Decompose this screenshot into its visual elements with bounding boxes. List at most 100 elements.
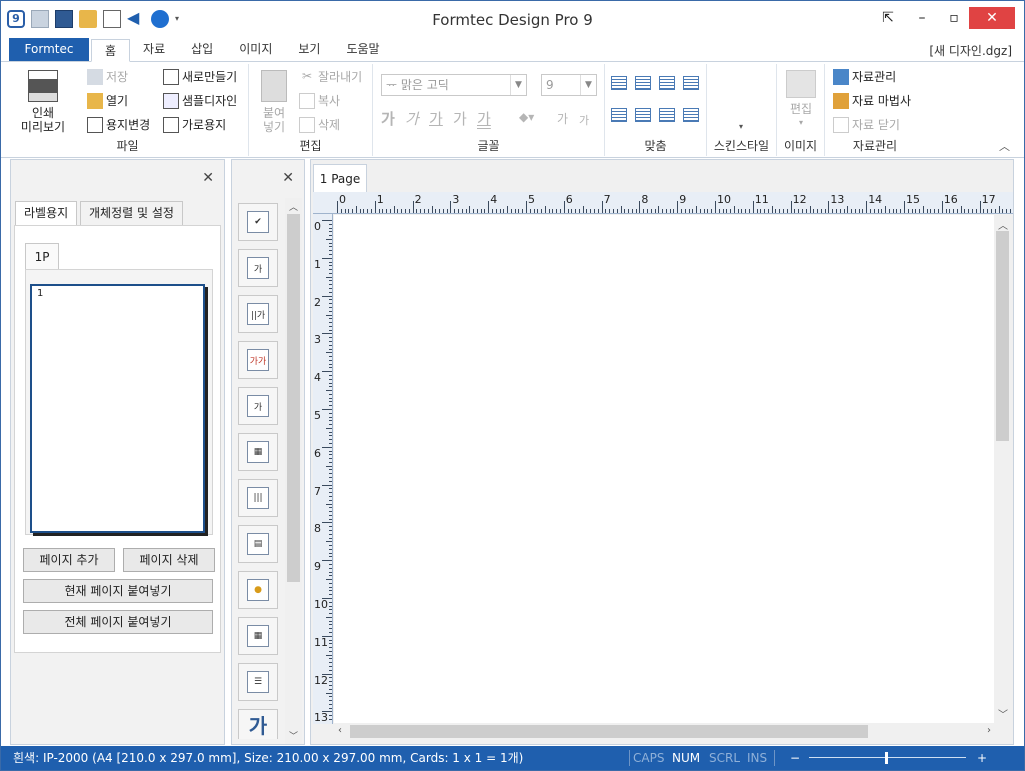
align-justify-icon[interactable]	[683, 76, 699, 90]
close-icon[interactable]: ✕	[282, 170, 294, 186]
italic-icon[interactable]: 가	[405, 108, 419, 129]
tab-formtec[interactable]: Formtec	[9, 38, 89, 61]
save-button[interactable]: 저장	[87, 68, 128, 85]
ruler-tick	[322, 598, 332, 599]
align-right-icon[interactable]	[659, 76, 675, 90]
ruler-tick	[329, 669, 332, 671]
tab-home[interactable]: 홈	[91, 39, 131, 62]
outline-icon[interactable]: 가	[453, 108, 467, 129]
delete-button[interactable]: 삭제	[299, 116, 340, 133]
restore-ribbon-icon[interactable]: ⇱	[871, 7, 905, 29]
copy-button[interactable]: 복사	[299, 92, 340, 109]
align-top-icon[interactable]	[611, 108, 627, 122]
bold-icon[interactable]: 가	[381, 108, 395, 129]
group-skin-label[interactable]: 스킨스타일	[707, 137, 776, 154]
shrink-font-icon[interactable]: 가	[579, 112, 589, 128]
tool-scrollbar[interactable]: ︿ ﹀	[285, 198, 302, 744]
canvas-vertical-scrollbar[interactable]: ︿ ﹀	[994, 215, 1011, 723]
ruler-tick	[329, 242, 332, 244]
landscape-button[interactable]: 가로용지	[163, 116, 226, 133]
app-window: 9 ◀ ▾ Formtec Design Pro 9 ⇱ – ▫ ✕ Formt…	[0, 0, 1025, 771]
tab-page-document[interactable]: 1 Page	[313, 164, 367, 192]
text-tool[interactable]: 가	[238, 249, 278, 287]
chevron-down-icon[interactable]: ﹀	[998, 706, 1008, 721]
tab-insert[interactable]: 삽입	[178, 38, 226, 61]
tab-view[interactable]: 보기	[285, 38, 333, 61]
document-tool[interactable]: ☰	[238, 663, 278, 701]
zoom-in-button[interactable]: +	[977, 746, 987, 770]
2d-barcode-tool[interactable]: ▤	[238, 525, 278, 563]
data-wizard-button[interactable]: 자료 마법사	[833, 92, 911, 109]
scrollbar-thumb[interactable]	[287, 214, 300, 582]
table-tool[interactable]: ▦	[238, 617, 278, 655]
delete-page-button[interactable]: 페이지 삭제	[123, 548, 215, 572]
barcode-text-tool[interactable]: ||가	[238, 295, 278, 333]
paper-change-button[interactable]: 용지변경	[87, 116, 150, 133]
multi-text-tool[interactable]: 가가	[238, 341, 278, 379]
fill-color-icon[interactable]: ◆▾	[519, 110, 534, 124]
paste-button[interactable]: 붙여 넣기	[255, 70, 293, 134]
grow-font-icon[interactable]: 가	[557, 110, 568, 127]
close-data-icon	[833, 116, 849, 133]
design-canvas[interactable]	[334, 215, 995, 723]
ruler-tick	[329, 477, 332, 479]
tab-image[interactable]: 이미지	[226, 38, 285, 61]
scrollbar-thumb[interactable]	[350, 725, 868, 738]
chevron-right-icon[interactable]: ›	[987, 725, 991, 736]
print-preview-button[interactable]: 인쇄 미리보기	[13, 70, 73, 134]
line-spacing-icon[interactable]	[683, 108, 699, 122]
qr-code-tool[interactable]: ▦	[238, 433, 278, 471]
data-manage-button[interactable]: 자료관리	[833, 68, 896, 85]
collapse-ribbon-icon[interactable]: ︿	[999, 138, 1010, 154]
cut-button[interactable]: ✂ 잘라내기	[299, 68, 362, 85]
font-size-select[interactable]: 9 ▼	[541, 74, 597, 96]
chevron-down-icon[interactable]: ﹀	[285, 729, 302, 742]
ruler-tick	[431, 206, 433, 213]
align-bottom-icon[interactable]	[659, 108, 675, 122]
ruler-tick	[473, 209, 475, 213]
zoom-out-button[interactable]: −	[790, 746, 800, 770]
paste-all-pages-button[interactable]: 전체 페이지 붙여넣기	[23, 610, 213, 634]
save-icon	[87, 68, 103, 85]
paste-current-page-button[interactable]: 현재 페이지 붙여넣기	[23, 579, 213, 603]
ruler-tick	[340, 209, 342, 213]
tab-page-1[interactable]: 1P	[25, 243, 59, 270]
underline-icon[interactable]: 가	[429, 108, 443, 129]
page-thumbnail[interactable]: 1	[30, 284, 205, 533]
align-middle-icon[interactable]	[635, 108, 651, 122]
barcode-tool[interactable]: |||	[238, 479, 278, 517]
align-center-icon[interactable]	[635, 76, 651, 90]
align-left-icon[interactable]	[611, 76, 627, 90]
maximize-button[interactable]: ▫	[937, 7, 971, 29]
chevron-up-icon[interactable]: ︿	[998, 217, 1008, 232]
image-tool[interactable]: ●	[238, 571, 278, 609]
zoom-slider-knob[interactable]	[885, 752, 888, 764]
tab-label-paper[interactable]: 라벨용지	[15, 201, 78, 226]
tab-object-align[interactable]: 개체정렬 및 설정	[80, 201, 183, 226]
tab-help[interactable]: 도움말	[333, 38, 392, 61]
big-text-tool[interactable]: 가	[238, 709, 278, 739]
data-close-button[interactable]: 자료 닫기	[833, 116, 900, 133]
sample-design-button[interactable]: 샘플디자인	[163, 92, 237, 109]
ruler-tick	[329, 284, 332, 286]
select-tool[interactable]: ✔	[238, 203, 278, 241]
text-style-tool[interactable]: 가	[238, 387, 278, 425]
ruler-tick	[329, 325, 332, 327]
skin-dropdown-icon[interactable]: ▾	[739, 122, 743, 131]
chevron-left-icon[interactable]: ‹	[338, 725, 342, 736]
close-button[interactable]: ✕	[969, 7, 1015, 29]
minimize-button[interactable]: –	[905, 7, 939, 29]
tab-data[interactable]: 자료	[130, 38, 178, 61]
canvas-horizontal-scrollbar[interactable]: ‹ ›	[334, 723, 995, 740]
new-button[interactable]: 새로만들기	[163, 68, 237, 85]
open-button[interactable]: 열기	[87, 92, 128, 109]
chevron-up-icon[interactable]: ︿	[285, 200, 302, 213]
image-edit-button[interactable]: 편집 ▾	[783, 70, 819, 130]
add-page-button[interactable]: 페이지 추가	[23, 548, 115, 572]
delete-label: 삭제	[318, 118, 341, 132]
font-color-icon[interactable]: 가	[477, 108, 491, 129]
font-name-select[interactable]: ᅲ 맑은 고딕 ▼	[381, 74, 527, 96]
ruler-tick	[866, 201, 868, 213]
close-icon[interactable]: ✕	[202, 170, 214, 186]
scrollbar-thumb[interactable]	[996, 231, 1009, 441]
